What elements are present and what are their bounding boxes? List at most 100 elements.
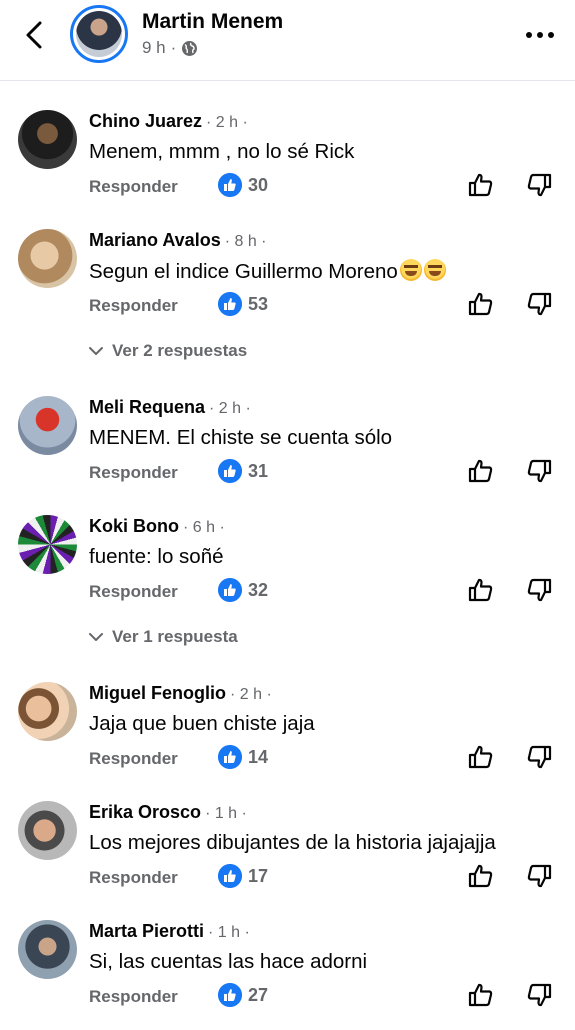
- downvote-button[interactable]: [524, 575, 554, 605]
- post-meta: 9 h ·: [142, 38, 198, 58]
- commenter-avatar[interactable]: [18, 682, 77, 741]
- like-count[interactable]: 53: [218, 292, 268, 316]
- comment-text: Segun el indice Guillermo Moreno: [89, 259, 446, 284]
- comment-time: · 2 h ·: [230, 686, 272, 703]
- comment-time: · 1 h ·: [208, 924, 250, 941]
- comment-item: Chino Juarez · 2 h · Menem, mmm , no lo s…: [0, 110, 575, 220]
- commenter-avatar[interactable]: [18, 229, 77, 288]
- commenter-name[interactable]: Mariano Avalos: [89, 230, 221, 250]
- commenter-avatar[interactable]: [18, 801, 77, 860]
- downvote-button[interactable]: [524, 742, 554, 772]
- commenter-name[interactable]: Chino Juarez: [89, 111, 202, 131]
- laughing-emoji-icon: [423, 259, 446, 281]
- commenter-name[interactable]: Erika Orosco: [89, 802, 201, 822]
- commenter-avatar[interactable]: [18, 920, 77, 979]
- comment-text: Menem, mmm , no lo sé Rick: [89, 140, 355, 163]
- downvote-button[interactable]: [524, 289, 554, 319]
- reply-button[interactable]: Responder: [89, 868, 178, 888]
- thumbs-up-icon: [468, 292, 493, 316]
- comment-time: · 2 h ·: [206, 114, 248, 131]
- commenter-name[interactable]: Marta Pierotti: [89, 921, 204, 941]
- downvote-button[interactable]: [524, 456, 554, 486]
- like-icon: [218, 292, 242, 316]
- thumbs-up-icon: [468, 459, 493, 483]
- comment-time: · 6 h ·: [183, 519, 225, 536]
- author-name[interactable]: Martin Menem: [142, 10, 283, 34]
- chevron-down-icon: [89, 633, 103, 641]
- post-header: Martin Menem 9 h ·: [0, 0, 575, 81]
- commenter-avatar[interactable]: [18, 515, 77, 574]
- comment-text: fuente: lo soñé: [89, 545, 224, 568]
- like-icon: [218, 173, 242, 197]
- thumbs-up-icon: [468, 745, 493, 769]
- thumbs-down-icon: [527, 173, 552, 197]
- like-count[interactable]: 30: [218, 173, 268, 197]
- like-count[interactable]: 27: [218, 983, 268, 1007]
- downvote-button[interactable]: [524, 861, 554, 891]
- upvote-button[interactable]: [466, 742, 496, 772]
- reply-button[interactable]: Responder: [89, 296, 178, 316]
- like-count[interactable]: 31: [218, 459, 268, 483]
- comment-time: · 2 h ·: [209, 400, 251, 417]
- like-count[interactable]: 32: [218, 578, 268, 602]
- more-options-button[interactable]: [520, 22, 560, 48]
- upvote-button[interactable]: [466, 980, 496, 1010]
- post-time: 9 h: [142, 38, 166, 57]
- reply-button[interactable]: Responder: [89, 749, 178, 769]
- more-icon: [526, 32, 554, 38]
- upvote-button[interactable]: [466, 289, 496, 319]
- thumbs-down-icon: [527, 292, 552, 316]
- thumbs-up-icon: [468, 864, 493, 888]
- like-icon: [218, 578, 242, 602]
- thumbs-down-icon: [527, 983, 552, 1007]
- comment-item: Meli Requena · 2 h · MENEM. El chiste se …: [0, 396, 575, 506]
- laughing-emoji-icon: [399, 259, 422, 281]
- chevron-left-icon: [26, 21, 42, 49]
- view-replies-link[interactable]: Ver 2 respuestas: [88, 341, 247, 361]
- comment-text: MENEM. El chiste se cuenta sólo: [89, 426, 393, 449]
- globe-icon: [182, 40, 198, 56]
- thumbs-up-icon: [468, 173, 493, 197]
- upvote-button[interactable]: [466, 170, 496, 200]
- comment-text: Jaja que buen chiste jaja: [89, 712, 315, 735]
- upvote-button[interactable]: [466, 861, 496, 891]
- upvote-button[interactable]: [466, 456, 496, 486]
- downvote-button[interactable]: [524, 170, 554, 200]
- commenter-name[interactable]: Koki Bono: [89, 516, 179, 536]
- downvote-button[interactable]: [524, 980, 554, 1010]
- comment-time: · 8 h ·: [224, 233, 267, 250]
- thumbs-down-icon: [527, 864, 552, 888]
- meta-separator: ·: [170, 38, 177, 57]
- upvote-button[interactable]: [466, 575, 496, 605]
- like-icon: [218, 745, 242, 769]
- view-replies-link[interactable]: Ver 1 respuesta: [88, 627, 238, 647]
- author-avatar[interactable]: [70, 5, 128, 63]
- like-icon: [218, 983, 242, 1007]
- like-count[interactable]: 14: [218, 745, 268, 769]
- comment-time: · 1 h ·: [205, 805, 247, 822]
- comment-text: Los mejores dibujantes de la historia ja…: [89, 831, 496, 854]
- reply-button[interactable]: Responder: [89, 582, 178, 602]
- comment-text: Si, las cuentas las hace adorni: [89, 950, 368, 973]
- thumbs-down-icon: [527, 578, 552, 602]
- thumbs-up-icon: [468, 983, 493, 1007]
- commenter-name[interactable]: Miguel Fenoglio: [89, 683, 226, 703]
- comment-item: Koki Bono · 6 h · fuente: lo soñé Respond…: [0, 515, 575, 625]
- back-button[interactable]: [18, 18, 52, 52]
- reply-button[interactable]: Responder: [89, 177, 178, 197]
- comment-item: Marta Pierotti · 1 h · Si, las cuentas la…: [0, 920, 575, 1030]
- thumbs-up-icon: [468, 578, 493, 602]
- commenter-name[interactable]: Meli Requena: [89, 397, 205, 417]
- comment-item: Erika Orosco · 1 h · Los mejores dibujant…: [0, 801, 575, 911]
- reply-button[interactable]: Responder: [89, 987, 178, 1007]
- reply-button[interactable]: Responder: [89, 463, 178, 483]
- chevron-down-icon: [89, 347, 103, 355]
- thumbs-down-icon: [527, 745, 552, 769]
- comment-item: Mariano Avalos · 8 h · Segun el indice Gu…: [0, 229, 575, 339]
- commenter-avatar[interactable]: [18, 396, 77, 455]
- commenter-avatar[interactable]: [18, 110, 77, 169]
- thumbs-down-icon: [527, 459, 552, 483]
- like-count[interactable]: 17: [218, 864, 268, 888]
- like-icon: [218, 864, 242, 888]
- like-icon: [218, 459, 242, 483]
